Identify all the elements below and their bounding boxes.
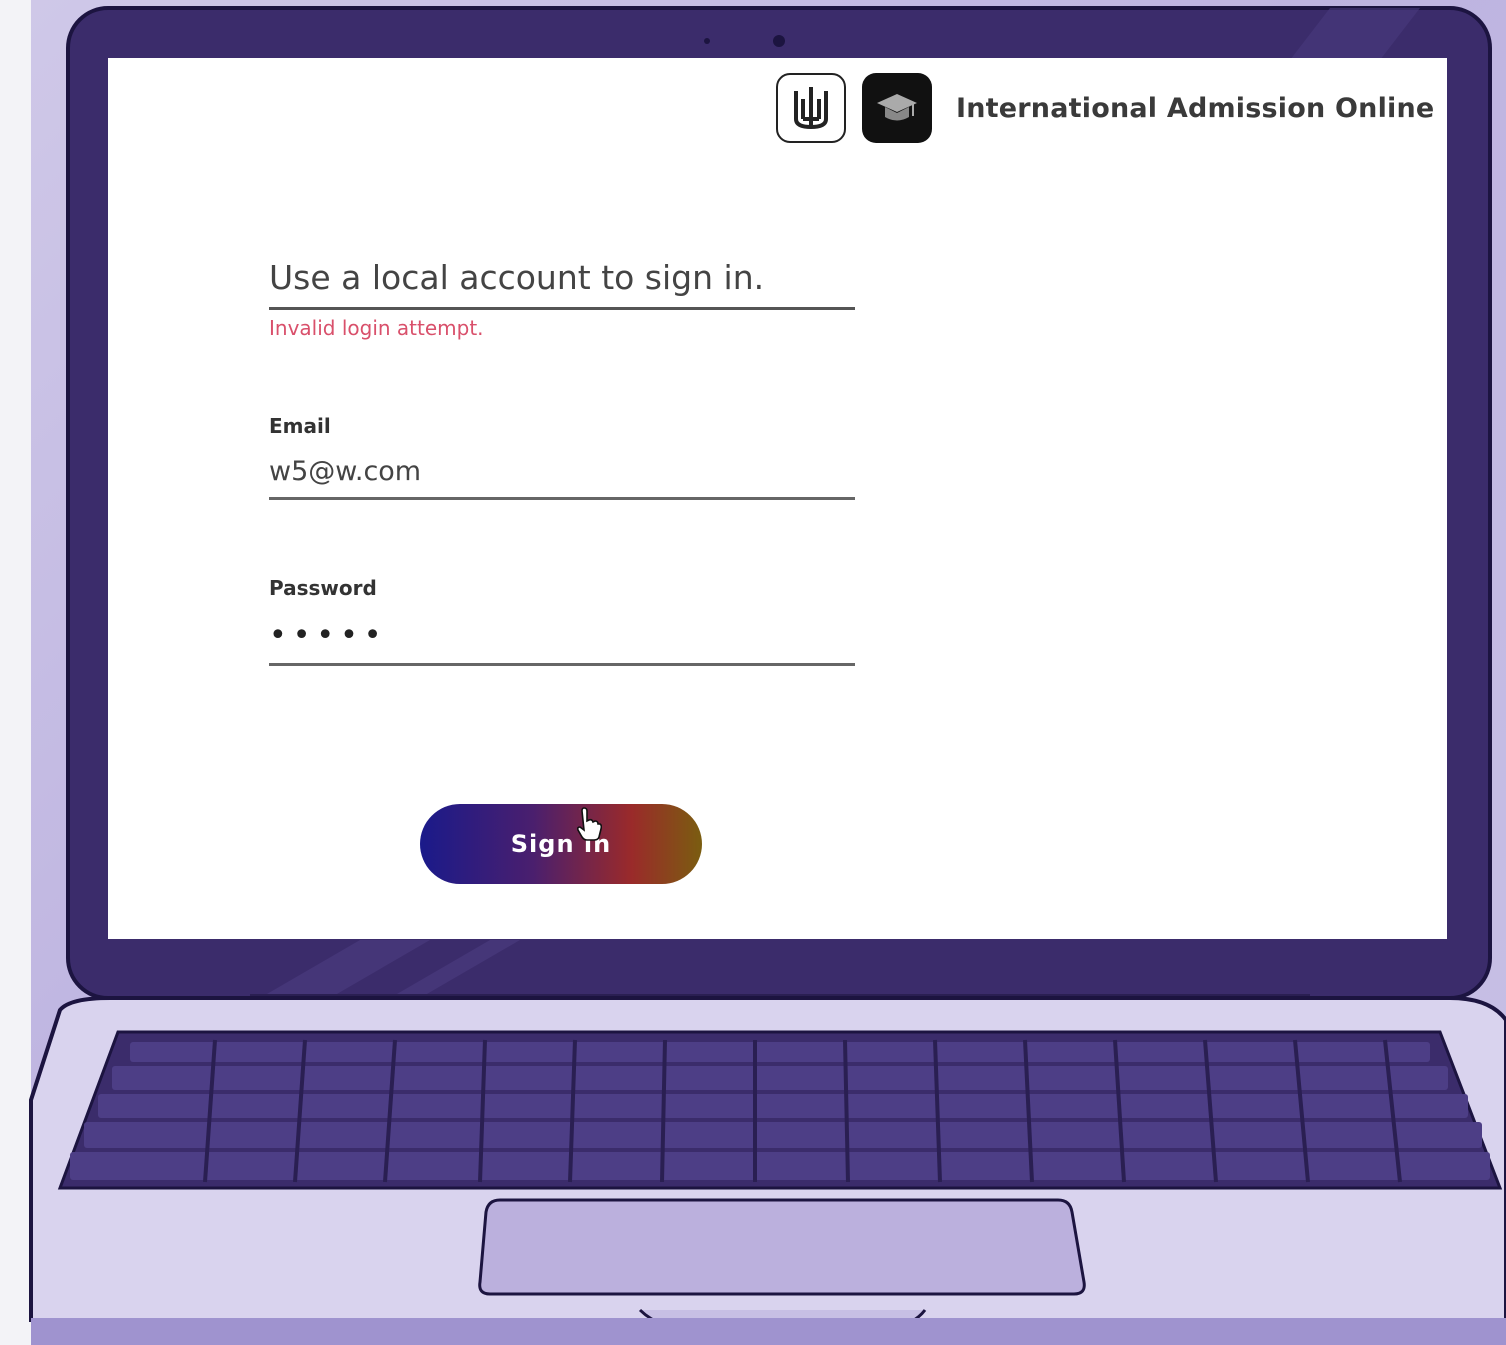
login-form: Use a local account to sign in. Invalid … (269, 258, 855, 666)
form-heading: Use a local account to sign in. (269, 258, 855, 310)
password-input[interactable] (269, 606, 855, 666)
trident-icon (776, 73, 846, 143)
password-label: Password (269, 576, 377, 600)
hand-cursor-icon (576, 807, 602, 841)
email-label: Email (269, 414, 331, 438)
screen: International Admission Online Use a loc… (108, 58, 1447, 939)
sign-in-button[interactable]: Sign in (420, 804, 702, 884)
stage: International Admission Online Use a loc… (0, 0, 1506, 1345)
error-message: Invalid login attempt. (269, 316, 484, 340)
email-input[interactable] (269, 444, 855, 500)
graduation-cap-icon (862, 73, 932, 143)
app-title: International Admission Online (956, 92, 1435, 124)
header: International Admission Online (776, 72, 1434, 144)
